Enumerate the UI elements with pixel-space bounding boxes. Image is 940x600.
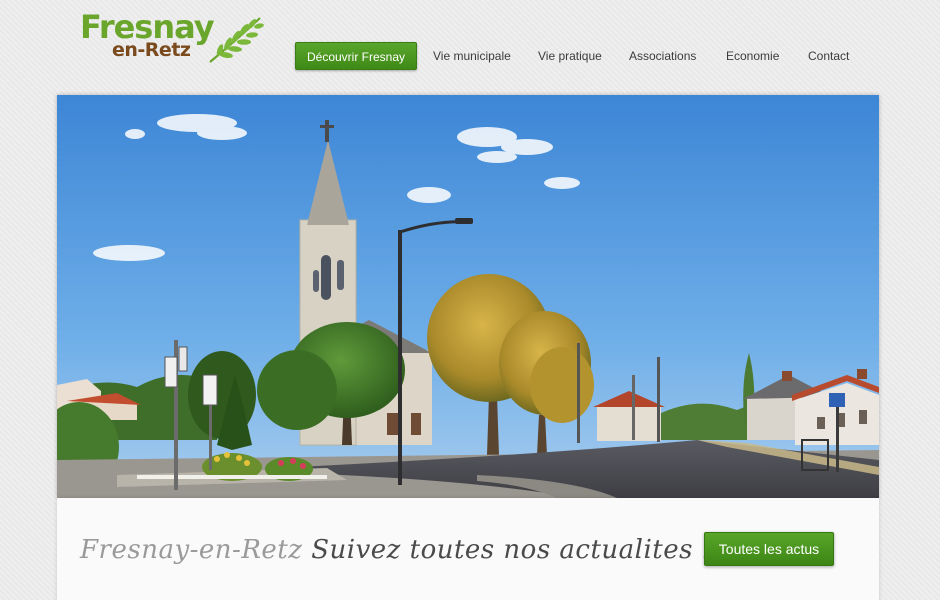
hero-banner [57, 95, 879, 498]
leaf-branch-icon [209, 17, 264, 63]
nav-item-contact[interactable]: Contact [808, 42, 849, 70]
site-logo[interactable]: Fresnay en-Retz [78, 10, 268, 64]
logo-text-line2: en-Retz [112, 39, 191, 61]
nav-item-vie-municipale[interactable]: Vie municipale [433, 42, 511, 70]
nav-item-economie[interactable]: Economie [726, 42, 779, 70]
nav-item-vie-pratique[interactable]: Vie pratique [538, 42, 602, 70]
hero-village-image [57, 95, 879, 498]
tagline-brand: Fresnay-en-Retz [80, 535, 303, 565]
nav-item-decouvrir[interactable]: Découvrir Fresnay [295, 42, 417, 70]
tagline-text: Suivez toutes nos actualites ! [311, 535, 713, 565]
nav-item-associations[interactable]: Associations [629, 42, 696, 70]
all-news-button[interactable]: Toutes les actus [704, 532, 834, 566]
tagline: Fresnay-en-Retz Suivez toutes nos actual… [80, 535, 713, 565]
